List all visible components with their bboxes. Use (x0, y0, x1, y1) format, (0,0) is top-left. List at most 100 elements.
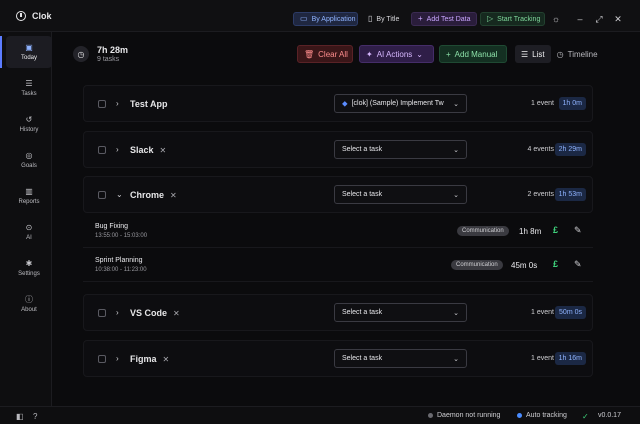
sidebar-toggle-icon[interactable]: ◧ (16, 412, 24, 421)
jira-icon: ⬥ (342, 98, 348, 108)
theme-toggle-sun-icon[interactable]: ☼ (550, 12, 562, 26)
remove-icon[interactable]: ✕ (163, 355, 170, 364)
plus-icon: + (446, 49, 451, 59)
sidebar-item-tasks[interactable]: ☰ Tasks (6, 72, 52, 104)
document-icon: ▯ (368, 14, 373, 23)
chevron-right-icon[interactable]: › (116, 145, 119, 154)
event-count: 1 event (531, 355, 554, 362)
start-tracking-button[interactable]: ▷ Start Tracking (480, 12, 545, 26)
help-icon[interactable]: ? (33, 412, 37, 421)
sidebar: ▣ Today ☰ Tasks ↺ History ◎ Goals ▥ Repo… (0, 32, 52, 406)
edit-icon[interactable]: ✎ (574, 259, 582, 270)
sidebar-item-history[interactable]: ↺ History (6, 108, 52, 140)
status-dot-icon (428, 413, 433, 418)
group-checkbox[interactable] (98, 354, 106, 363)
add-manual-button[interactable]: + Add Manual (439, 45, 507, 63)
view-toggle: ☰ List ◷ Timeline (515, 45, 631, 63)
minimize-icon[interactable]: – (574, 12, 586, 26)
sidebar-item-today[interactable]: ▣ Today (0, 36, 52, 68)
event-count: 4 events (527, 146, 554, 153)
activity-group: › Test App ⬥ [clok] (Sample) Implement T… (83, 85, 593, 122)
status-bar: ◧ ? Daemon not running Auto tracking ✓ v… (0, 406, 640, 424)
task-select[interactable]: ⬥ [clok] (Sample) Implement Tw ⌄ (334, 94, 467, 113)
event-title: Sprint Planning (95, 257, 143, 264)
sidebar-item-ai[interactable]: ⊙ AI (6, 216, 52, 248)
event-row: Sprint Planning 10:38:00 - 11:23:00 Comm… (83, 248, 593, 282)
billable-icon[interactable]: £ (553, 225, 558, 235)
info-icon: ⓘ (25, 294, 33, 304)
sidebar-item-reports[interactable]: ▥ Reports (6, 180, 52, 212)
chevron-down-icon: ⌄ (453, 100, 459, 108)
event-duration: 45m 0s (511, 261, 538, 270)
duration-badge: 50m 0s (555, 306, 586, 319)
plus-icon: + (418, 14, 423, 23)
check-circle-icon: ✓ (582, 412, 589, 421)
maximize-icon[interactable]: ⤢ (593, 12, 605, 26)
title-bar: Clok ▭ By Application ▯ By Title + Add T… (0, 0, 640, 32)
chevron-down-icon: ⌄ (453, 146, 459, 154)
duration-badge: 1h 16m (554, 352, 586, 365)
ai-actions-button[interactable]: ✦ AI Actions ⌄ (359, 45, 434, 63)
event-time-range: 10:38:00 - 11:23:00 (95, 267, 147, 273)
task-count: 9 tasks (97, 56, 120, 63)
task-select[interactable]: Select a task ⌄ (334, 303, 467, 322)
daemon-status: Daemon not running (428, 412, 500, 419)
billable-icon[interactable]: £ (553, 259, 558, 269)
event-row: Bug Fixing 13:55:00 - 15:03:00 Communica… (83, 214, 593, 248)
group-name: VS Code ✕ (130, 307, 180, 318)
chevron-down-icon: ⌄ (453, 355, 459, 363)
group-name: Chrome ✕ (130, 189, 177, 200)
calendar-icon: ▣ (25, 42, 33, 52)
remove-icon[interactable]: ✕ (173, 309, 180, 318)
duration-badge: 1h 53m (554, 188, 586, 201)
gear-icon: ✱ (25, 258, 33, 268)
bar-chart-icon: ▥ (25, 186, 33, 196)
event-time-range: 13:55:00 - 15:03:00 (95, 233, 148, 239)
clock-logo-icon (16, 10, 26, 21)
event-duration: 1h 8m (519, 227, 542, 236)
category-tag[interactable]: Communication (457, 226, 509, 236)
app-name: Clok (32, 10, 52, 21)
event-title: Bug Fixing (95, 223, 129, 230)
auto-tracking-status[interactable]: Auto tracking (517, 412, 567, 419)
chevron-right-icon[interactable]: › (116, 308, 119, 317)
task-select[interactable]: Select a task ⌄ (334, 349, 467, 368)
event-count: 1 event (531, 309, 554, 316)
duration-badge: 1h 0m (558, 97, 586, 110)
tasks-icon: ☰ (25, 78, 33, 88)
category-tag[interactable]: Communication (451, 260, 503, 270)
edit-icon[interactable]: ✎ (574, 225, 582, 236)
sparkle-icon: ✦ (366, 49, 373, 59)
close-icon[interactable]: ✕ (612, 12, 624, 26)
activity-group: › Slack ✕ Select a task ⌄ 4 events 2h 29m (83, 131, 593, 168)
sidebar-item-goals[interactable]: ◎ Goals (6, 144, 52, 176)
sidebar-item-settings[interactable]: ✱ Settings (6, 252, 52, 284)
task-select[interactable]: Select a task ⌄ (334, 185, 467, 204)
chevron-right-icon[interactable]: › (116, 99, 119, 108)
group-checkbox[interactable] (98, 99, 106, 108)
chevron-right-icon[interactable]: › (116, 354, 119, 363)
group-checkbox[interactable] (98, 145, 106, 154)
list-view-button[interactable]: ☰ List (515, 45, 551, 63)
by-title-button[interactable]: ▯ By Title (362, 12, 405, 26)
group-name: Slack ✕ (130, 144, 167, 155)
clear-all-button[interactable]: 🗑 Clear All (297, 45, 353, 63)
chevron-down-icon: ⌄ (453, 309, 459, 317)
trash-icon: 🗑 (304, 49, 315, 59)
sidebar-item-about[interactable]: ⓘ About (6, 288, 52, 320)
task-select[interactable]: Select a task ⌄ (334, 140, 467, 159)
duration-badge: 2h 29m (554, 143, 586, 156)
group-name: Figma ✕ (130, 353, 170, 364)
event-count: 2 events (527, 191, 554, 198)
timeline-view-button[interactable]: ◷ Timeline (551, 45, 604, 63)
chevron-down-icon: ⌄ (416, 49, 423, 59)
add-test-data-button[interactable]: + Add Test Data (411, 12, 477, 26)
target-icon: ◎ (25, 150, 33, 160)
by-application-button[interactable]: ▭ By Application (293, 12, 358, 26)
group-checkbox[interactable] (98, 308, 106, 317)
ai-icon: ⊙ (25, 222, 33, 232)
group-checkbox[interactable] (98, 190, 106, 199)
remove-icon[interactable]: ✕ (160, 146, 167, 155)
chevron-down-icon[interactable]: ⌄ (116, 190, 123, 199)
remove-icon[interactable]: ✕ (170, 191, 177, 200)
